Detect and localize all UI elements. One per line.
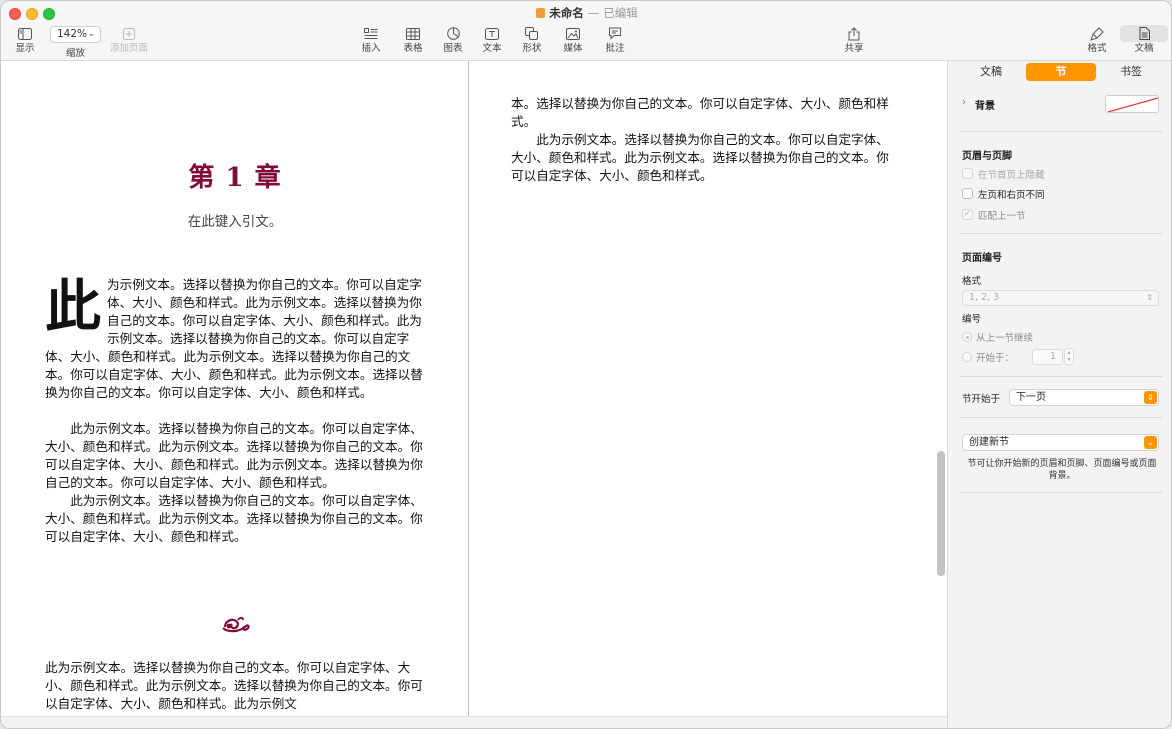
document-button[interactable]: 文稿	[1120, 25, 1168, 55]
chevron-down-icon: ⌄	[87, 29, 95, 39]
start-at-input[interactable]: 1	[1032, 349, 1063, 365]
chevron-updown-icon: ⇕	[1144, 391, 1157, 404]
document-icon	[536, 8, 546, 18]
document-inspector: 文稿 节 书签 › 背景 页眉与页脚 在节首页上隐藏 左页和右页不同 ✓ 匹配上…	[947, 61, 1171, 728]
bottom-paragraph[interactable]: 此为示例文本。选择以替换为你自己的文本。你可以自定字体、大小、颜色和样式。此为示…	[45, 659, 427, 716]
share-label: 共享	[844, 43, 864, 54]
chevron-down-icon: ⌄	[1144, 436, 1157, 449]
match-previous-checkbox[interactable]: ✓	[962, 209, 973, 220]
document-label: 文稿	[1134, 43, 1154, 54]
header-footer-heading: 页眉与页脚	[962, 151, 1012, 162]
ornament-icon	[222, 616, 250, 633]
divider	[960, 376, 1162, 377]
comment-label: 批注	[605, 43, 625, 54]
zoom-popup[interactable]: 142% ⌄	[50, 26, 101, 43]
add-page-button[interactable]: 添加页面	[105, 25, 153, 55]
window-title[interactable]: 未命名	[549, 6, 584, 20]
body-paragraph: 此为示例文本。选择以替换为你自己的文本。你可以自定字体、大小、颜色和样式。此为示…	[45, 493, 423, 544]
create-new-section-label: 创建新节	[969, 437, 1009, 448]
disclosure-triangle-icon[interactable]: ›	[962, 97, 966, 108]
tab-section[interactable]: 节	[1026, 63, 1096, 81]
section-starts-on-popup[interactable]: 下一页 ⇕	[1009, 389, 1159, 406]
window-title-bar: 未命名 — 已编辑	[1, 5, 1171, 21]
insert-icon	[347, 25, 395, 42]
view-button[interactable]: 显示	[1, 25, 49, 55]
comment-button[interactable]: 批注	[591, 25, 639, 55]
toolbar: 未命名 — 已编辑 显示 142% ⌄ 缩放 添加页面 插入 表格 图表 文本 …	[1, 1, 1171, 61]
continue-from-previous-label: 从上一节继续	[976, 333, 1034, 344]
canvas-bottom-bar	[1, 716, 947, 728]
drop-cap-paragraph[interactable]: 此为示例文本。选择以替换为你自己的文本。你可以自定字体、大小、颜色和样式。此为示…	[45, 276, 427, 402]
tab-bookmarks[interactable]: 书签	[1096, 63, 1166, 81]
page-number-format-popup[interactable]: 1, 2, 3 ⇕	[962, 290, 1159, 306]
body-paragraph: 此为示例文本。选择以替换为你自己的文本。你可以自定字体、大小、颜色和样式。此为示…	[45, 421, 423, 490]
numbering-label: 编号	[962, 314, 982, 325]
drop-cap: 此	[45, 274, 101, 340]
divider	[960, 233, 1162, 234]
page-numbering-heading: 页面编号	[962, 253, 1002, 264]
new-section-help-text: 节可让你开始新的页眉和页脚、页面编号或页面背景。	[967, 459, 1157, 481]
media-label: 媒体	[563, 43, 583, 54]
no-fill-icon	[1107, 97, 1158, 112]
title-separator: —	[587, 6, 600, 20]
left-right-different-label: 左页和右页不同	[978, 190, 1045, 201]
chevron-updown-icon: ⇕	[1146, 293, 1153, 302]
background-label: 背景	[975, 101, 995, 112]
start-at-label: 开始于：	[976, 353, 1015, 364]
comment-icon	[591, 25, 639, 42]
divider	[960, 492, 1162, 493]
insert-button[interactable]: 插入	[347, 25, 395, 55]
section-starts-on-label: 节开始于	[962, 394, 1001, 405]
hide-on-first-page-checkbox[interactable]	[962, 168, 973, 179]
body-paragraph: 此为示例文本。选择以替换为你自己的文本。你可以自定字体、大小、颜色和样式。此为示…	[511, 132, 889, 183]
inspector-tabs: 文稿 节 书签	[956, 63, 1166, 81]
section-starts-on-value: 下一页	[1016, 392, 1046, 403]
share-icon	[830, 25, 878, 42]
start-at-stepper[interactable]: ▴ ▾	[1064, 348, 1074, 365]
photo-icon	[549, 25, 597, 42]
hide-on-first-page-label: 在节首页上隐藏	[978, 170, 1045, 181]
share-button[interactable]: 共享	[830, 25, 878, 55]
zoom-value: 142%	[57, 28, 88, 40]
drop-cap-paragraph-text: 为示例文本。选择以替换为你自己的文本。你可以自定字体、大小、颜色和样式。此为示例…	[45, 277, 423, 400]
chapter-title[interactable]: 第 1 章	[45, 157, 425, 194]
paintbrush-icon	[1073, 25, 1121, 42]
document-canvas[interactable]: 第 1 章 在此键入引文。 此为示例文本。选择以替换为你自己的文本。你可以自定字…	[1, 61, 947, 728]
page-number-format-value: 1, 2, 3	[969, 292, 1000, 303]
sidebar-icon	[1, 25, 49, 42]
zoom-label: 缩放	[65, 48, 85, 59]
media-button[interactable]: 媒体	[549, 25, 597, 55]
right-page-text[interactable]: 本。选择以替换为你自己的文本。你可以自定字体、大小、颜色和样式。 此为示例文本。…	[511, 95, 896, 185]
insert-label: 插入	[361, 43, 381, 54]
create-new-section-popup[interactable]: 创建新节 ⌄	[962, 434, 1159, 451]
tab-document[interactable]: 文稿	[956, 63, 1026, 81]
divider	[960, 417, 1162, 418]
page-divider	[468, 61, 469, 716]
background-color-well[interactable]	[1105, 95, 1159, 113]
format-button[interactable]: 格式	[1073, 25, 1121, 55]
format-label: 格式	[962, 276, 982, 287]
document-sheet-icon	[1120, 25, 1168, 42]
match-previous-label: 匹配上一节	[978, 211, 1026, 222]
body-paragraph: 本。选择以替换为你自己的文本。你可以自定字体、大小、颜色和样式。	[511, 96, 889, 129]
pages-window: 未命名 — 已编辑 显示 142% ⌄ 缩放 添加页面 插入 表格 图表 文本 …	[0, 0, 1172, 729]
left-page-paragraphs[interactable]: 此为示例文本。选择以替换为你自己的文本。你可以自定字体、大小、颜色和样式。此为示…	[45, 420, 427, 546]
edit-status: 已编辑	[603, 6, 638, 20]
left-right-different-checkbox[interactable]	[962, 188, 973, 199]
start-at-radio[interactable]	[962, 352, 972, 362]
vertical-scrollbar-thumb[interactable]	[937, 451, 945, 576]
view-label: 显示	[15, 43, 35, 54]
continue-from-previous-radio[interactable]	[962, 332, 972, 342]
divider	[960, 131, 1162, 132]
add-page-label: 添加页面	[109, 43, 148, 54]
format-label: 格式	[1087, 43, 1107, 54]
add-page-icon	[105, 25, 153, 42]
chapter-subtitle[interactable]: 在此键入引文。	[45, 210, 425, 230]
